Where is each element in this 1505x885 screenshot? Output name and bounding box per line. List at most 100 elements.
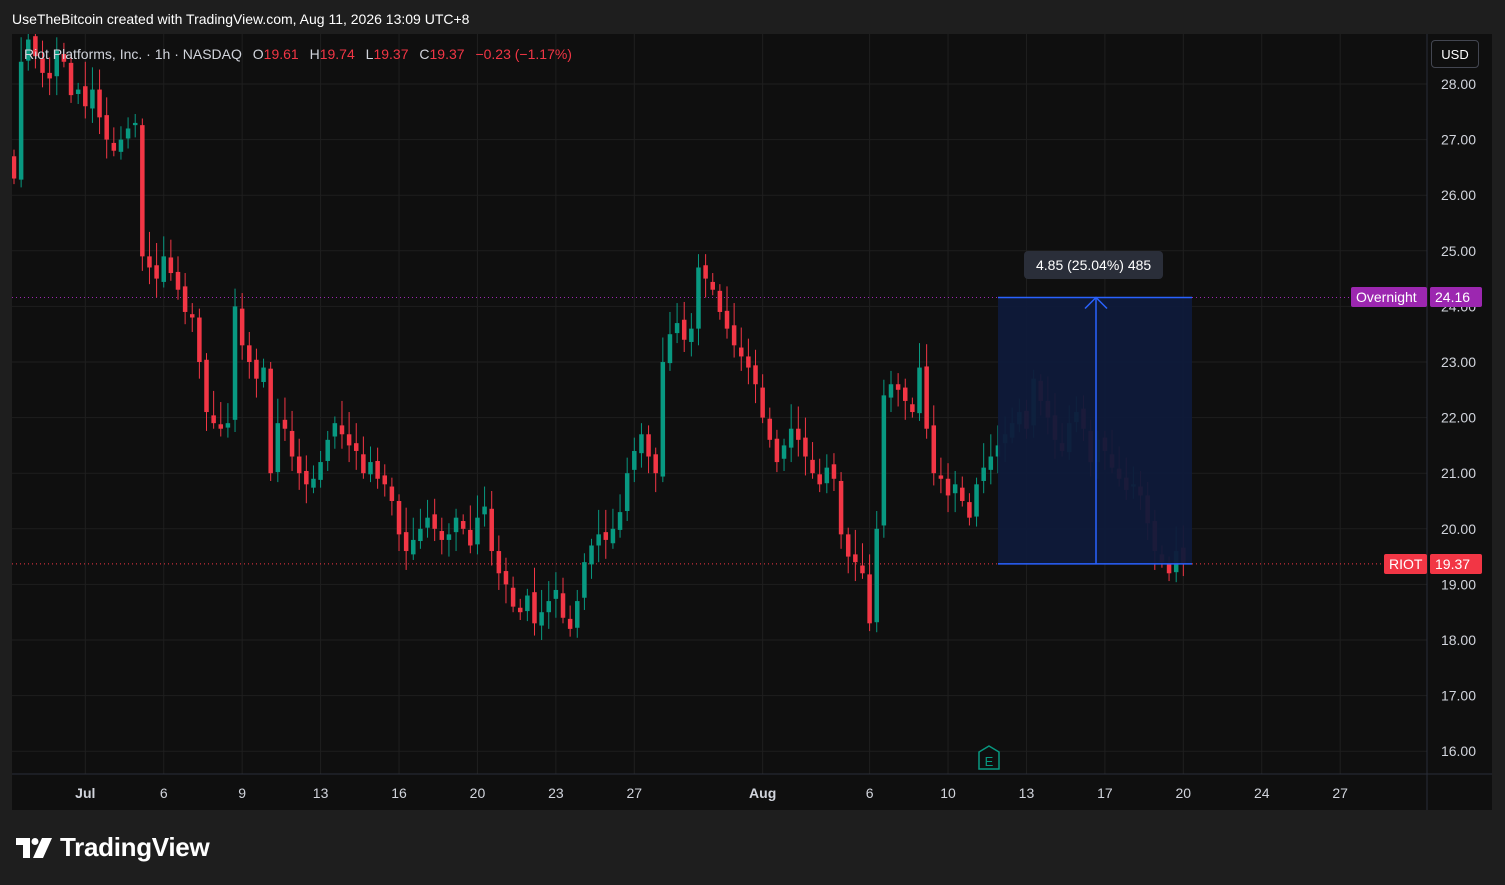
candle-body <box>646 434 651 457</box>
time-axis-tick-label: 27 <box>1332 785 1348 801</box>
candle-body <box>311 478 316 488</box>
candle-body <box>97 89 102 118</box>
candle-body <box>717 290 723 312</box>
open-label: O <box>252 46 264 62</box>
price-axis-tick-label: 18.00 <box>1441 632 1476 648</box>
candle-body <box>432 514 437 529</box>
candle-body <box>468 529 473 546</box>
tradingview-logo[interactable]: TradingView <box>16 832 210 863</box>
candle-body <box>489 508 494 552</box>
candle-body <box>18 61 24 180</box>
overnight-price-tag: 24.16 <box>1430 287 1482 307</box>
candle-body <box>689 328 694 342</box>
candle-body <box>924 366 929 429</box>
time-axis-tick-label: 6 <box>160 785 168 801</box>
currency-button[interactable]: USD <box>1431 40 1479 68</box>
candle-body <box>175 271 181 290</box>
candle-body <box>182 286 188 312</box>
candle-body <box>239 308 245 346</box>
open-value: 19.61 <box>263 46 299 62</box>
candle-body <box>140 125 145 257</box>
candle-body <box>960 487 965 501</box>
candle-body <box>168 257 174 274</box>
price-axis-tick-label: 17.00 <box>1441 688 1476 704</box>
candle-body <box>938 475 944 479</box>
candle-body <box>332 423 338 437</box>
candle-body <box>90 89 95 109</box>
candle-body <box>446 534 452 540</box>
top-bar: UseTheBitcoin created with TradingView.c… <box>0 0 1505 34</box>
candle-body <box>567 618 573 629</box>
candle-body <box>525 595 530 612</box>
candle-body <box>325 439 330 461</box>
candle-body <box>838 480 844 535</box>
candle-body <box>853 554 858 563</box>
candle-body <box>810 459 815 474</box>
tradingview-logo-icon <box>16 837 52 858</box>
time-axis-tick-label: Jul <box>75 785 95 801</box>
candle-body <box>339 425 345 435</box>
price-axis-tick-label: 21.00 <box>1441 465 1476 481</box>
candle-body <box>931 425 937 474</box>
candle-body <box>389 486 395 501</box>
attribution-text: UseTheBitcoin created with TradingView.c… <box>12 11 470 27</box>
time-axis-tick-label: 13 <box>1019 785 1035 801</box>
time-axis-tick-label: 17 <box>1097 785 1113 801</box>
candle-body <box>731 325 737 346</box>
candle-body <box>817 474 822 485</box>
candle-body <box>510 587 516 607</box>
candle-body <box>603 532 609 540</box>
candle-body <box>1166 563 1172 574</box>
candle-body <box>867 574 872 624</box>
candle-body <box>83 86 88 107</box>
candle-body <box>903 387 908 401</box>
close-label: C <box>419 46 430 62</box>
candle-body <box>974 484 979 517</box>
candle-body <box>304 470 309 485</box>
candle-body <box>232 306 238 420</box>
candle-body <box>482 506 487 515</box>
candle-body <box>460 521 466 529</box>
candle-body <box>610 528 616 544</box>
candle-body <box>197 317 202 362</box>
candle-body <box>475 517 480 545</box>
price-axis-tick-label: 26.00 <box>1441 187 1476 203</box>
candle-body <box>75 89 81 95</box>
candle-body <box>204 359 209 413</box>
candle-body <box>47 72 52 79</box>
candle-body <box>760 387 765 418</box>
candle-body <box>453 517 459 533</box>
candle-body <box>553 589 559 599</box>
time-axis-tick-label: 20 <box>470 785 486 801</box>
candle-body <box>118 139 124 152</box>
time-axis-tick-label: 16 <box>391 785 407 801</box>
candlestick-chart[interactable]: 16.00 17.00 18.00 19.00 20.00 21.00 22.00 23.00… <box>12 34 1492 810</box>
price-axis-tick-label: 23.00 <box>1441 354 1476 370</box>
candle-body <box>296 456 302 474</box>
time-axis-tick-label: 20 <box>1176 785 1192 801</box>
chart-pane[interactable]: 16.00 17.00 18.00 19.00 20.00 21.00 22.00 23.00… <box>12 34 1492 810</box>
candle-body <box>945 478 951 496</box>
price-axis-tick-label: 16.00 <box>1441 743 1476 759</box>
measure-range-box <box>998 297 1192 564</box>
time-axis-tick-label: 13 <box>313 785 329 801</box>
candle-body <box>218 424 224 429</box>
last-price-tag: 19.37 <box>1430 554 1482 574</box>
candle-body <box>874 528 879 623</box>
candle-body <box>774 438 780 463</box>
candle-body <box>753 365 758 385</box>
candle-body <box>546 601 551 613</box>
candle-body <box>111 142 117 151</box>
candle-body <box>596 534 601 546</box>
tradingview-logo-text: TradingView <box>60 832 210 862</box>
symbol-legend: Riot Platforms, Inc. · 1h · NASDAQ O19.6… <box>24 46 572 62</box>
time-axis-tick-label: Aug <box>749 785 776 801</box>
candle-body <box>739 347 744 357</box>
candle-body <box>161 256 166 282</box>
candle-body <box>910 404 915 413</box>
candle-body <box>895 384 901 390</box>
candle-body <box>211 415 216 424</box>
low-value: 19.37 <box>373 46 409 62</box>
candle-body <box>952 484 958 494</box>
candle-body <box>425 517 430 528</box>
